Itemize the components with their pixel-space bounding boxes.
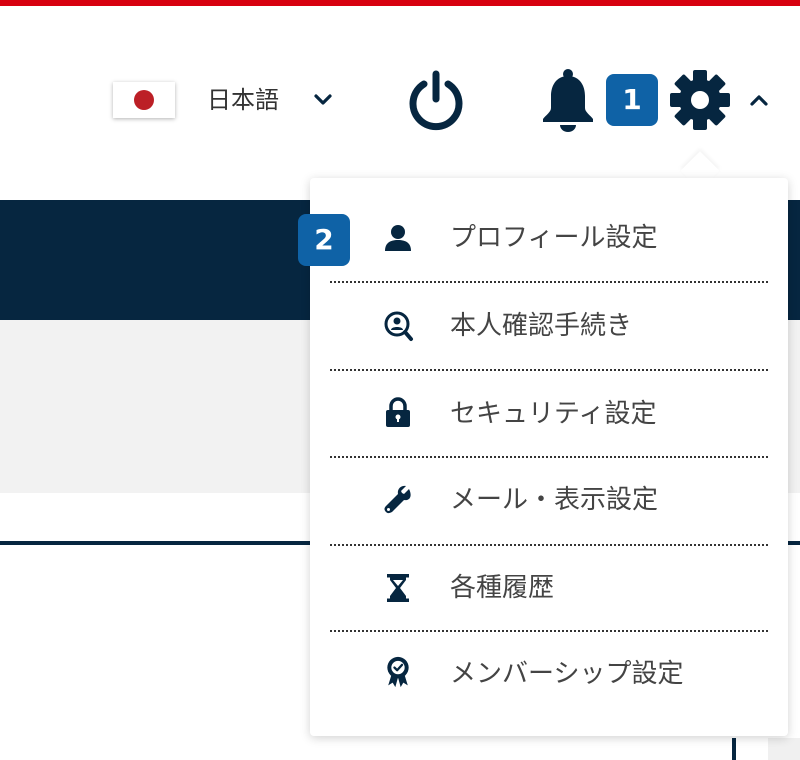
hourglass-icon [387, 574, 409, 602]
gear-icon[interactable] [668, 68, 732, 132]
chevron-up-icon[interactable] [748, 89, 770, 111]
step-badge-2: 2 [298, 214, 350, 266]
menu-item-history[interactable]: 各種履歴 [330, 568, 768, 608]
side-strip [768, 738, 800, 760]
award-icon [387, 656, 409, 688]
menu-item-membership-settings[interactable]: メンバーシップ設定 [330, 654, 768, 694]
menu-item-label: 本人確認手続き [450, 311, 633, 341]
menu-divider [330, 456, 768, 458]
user-icon [385, 225, 411, 251]
japan-flag-icon[interactable] [113, 82, 175, 118]
menu-item-profile-settings[interactable]: プロフィール設定 [330, 218, 768, 258]
chevron-down-icon[interactable] [312, 89, 334, 111]
power-icon[interactable] [405, 69, 467, 131]
lock-icon [386, 397, 410, 427]
flag-sun [134, 90, 154, 110]
step-badge-1: 1 [606, 74, 658, 126]
menu-item-identity-verification[interactable]: 本人確認手続き [330, 306, 768, 346]
bell-icon[interactable] [540, 68, 596, 132]
menu-divider [330, 630, 768, 632]
menu-item-label: 各種履歴 [450, 573, 555, 603]
menu-item-label: メンバーシップ設定 [450, 659, 684, 689]
language-selector-label[interactable]: 日本語 [207, 82, 279, 118]
identity-search-icon [384, 311, 413, 341]
menu-divider [330, 544, 768, 546]
menu-item-mail-display-settings[interactable]: メール・表示設定 [330, 480, 768, 520]
menu-item-label: メール・表示設定 [450, 485, 659, 515]
menu-divider [330, 281, 768, 283]
vertical-rule [732, 738, 736, 760]
top-accent-stripe [0, 0, 800, 6]
settings-dropdown-menu: プロフィール設定 本人確認手続き セキュリティ設定 メール・表示設定 各種履歴 … [310, 178, 788, 736]
menu-divider [330, 369, 768, 371]
menu-item-label: プロフィール設定 [450, 223, 658, 253]
menu-item-label: セキュリティ設定 [450, 399, 657, 429]
wrench-icon [384, 485, 411, 514]
menu-item-security-settings[interactable]: セキュリティ設定 [330, 394, 768, 434]
